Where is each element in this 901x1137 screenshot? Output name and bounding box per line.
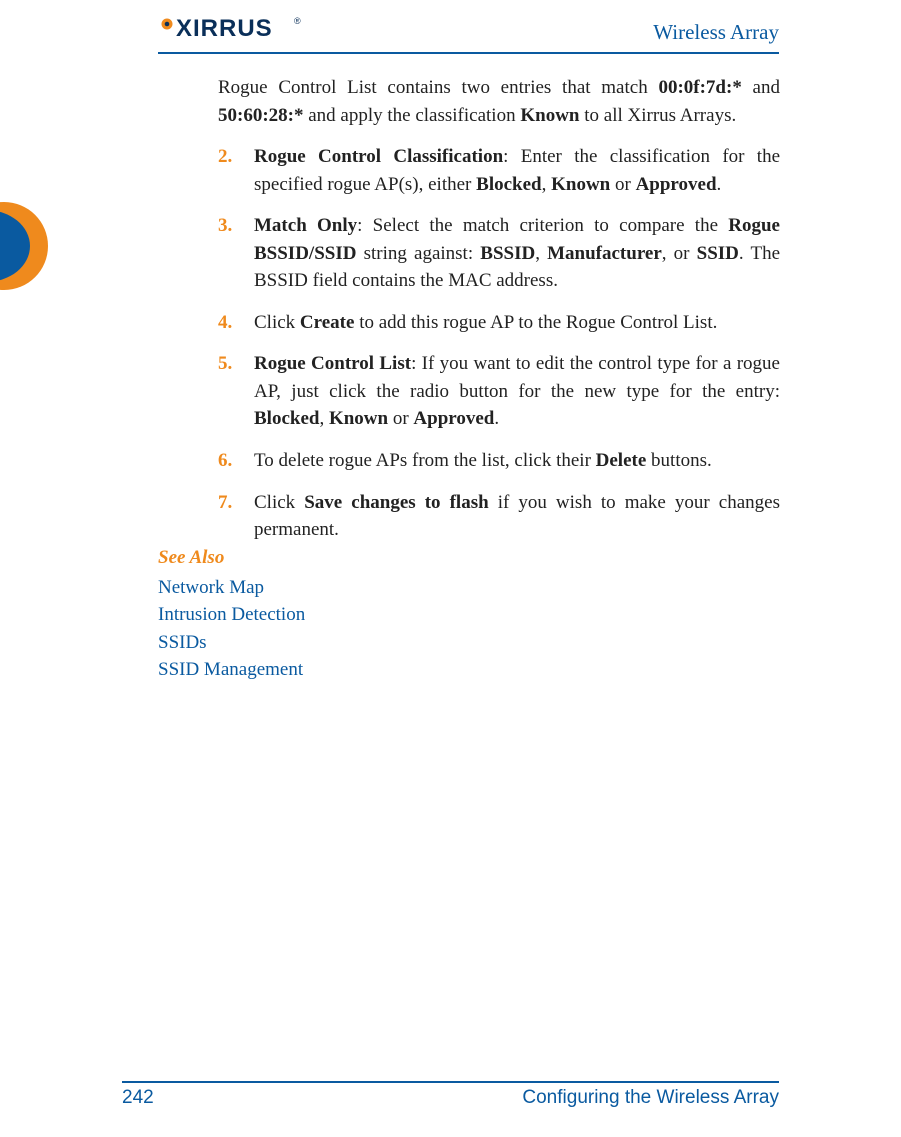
step-text: buttons. (646, 450, 711, 471)
step-text: string against: (356, 243, 480, 264)
step-6: 6. To delete rogue APs from the list, cl… (218, 447, 780, 475)
step-text: Click (254, 492, 304, 513)
see-also-link[interactable]: SSID Management (158, 656, 778, 684)
step-bold: Approved (636, 174, 717, 195)
step-7: 7. Click Save changes to flash if you wi… (218, 489, 780, 544)
step-number: 5. (218, 350, 232, 378)
see-also-link[interactable]: Intrusion Detection (158, 601, 778, 629)
step-number: 6. (218, 447, 232, 475)
body-text: Rogue Control List contains two entries … (218, 74, 780, 558)
step-bold: Blocked (476, 174, 541, 195)
step-title: Rogue Control Classification (254, 146, 503, 167)
step-5: 5. Rogue Control List: If you want to ed… (218, 350, 780, 433)
step-title: Match Only (254, 215, 357, 236)
step-text: , (319, 408, 329, 429)
step-bold: Blocked (254, 408, 319, 429)
see-also-block: See Also Network Map Intrusion Detection… (158, 544, 778, 684)
step-text: or (610, 174, 635, 195)
intro-paragraph: Rogue Control List contains two entries … (218, 74, 780, 129)
step-title: Rogue Control List (254, 353, 411, 374)
step-text: To delete rogue APs from the list, click… (254, 450, 596, 471)
step-bold: SSID (697, 243, 739, 264)
page: XIRRUS ® Wireless Array Rogue Control Li… (0, 0, 901, 1137)
step-text: , (542, 174, 552, 195)
see-also-heading: See Also (158, 544, 778, 572)
intro-mac1: 00:0f:7d:* (658, 77, 741, 98)
step-4: 4. Click Create to add this rogue AP to … (218, 309, 780, 337)
intro-known: Known (520, 105, 579, 126)
intro-text: and apply the classification (303, 105, 520, 126)
page-number: 242 (122, 1087, 154, 1109)
see-also-link[interactable]: SSIDs (158, 629, 778, 657)
step-3: 3. Match Only: Select the match criterio… (218, 212, 780, 295)
steps-list: 2. Rogue Control Classification: Enter t… (218, 143, 780, 544)
step-bold: Known (551, 174, 610, 195)
step-number: 3. (218, 212, 232, 240)
step-text: , or (662, 243, 697, 264)
step-text: : Select the match criterion to compare … (357, 215, 728, 236)
see-also-link[interactable]: Network Map (158, 574, 778, 602)
step-number: 2. (218, 143, 232, 171)
step-text: or (388, 408, 413, 429)
step-bold: Save changes to flash (304, 492, 488, 513)
footer-section-title: Configuring the Wireless Array (522, 1087, 779, 1109)
intro-text: and (742, 77, 780, 98)
footer: 242 Configuring the Wireless Array (122, 1087, 779, 1113)
intro-text: Rogue Control List contains two entries … (218, 77, 658, 98)
step-bold: Known (329, 408, 388, 429)
step-2: 2. Rogue Control Classification: Enter t… (218, 143, 780, 198)
footer-rule (122, 1081, 779, 1083)
step-text: , (535, 243, 547, 264)
intro-text: to all Xirrus Arrays. (579, 105, 736, 126)
header-product-title: Wireless Array (653, 20, 779, 45)
see-also-links: Network Map Intrusion Detection SSIDs SS… (158, 574, 778, 684)
header-rule: Wireless Array (158, 16, 779, 54)
step-bold: Manufacturer (547, 243, 662, 264)
step-number: 7. (218, 489, 232, 517)
step-bold: Delete (596, 450, 647, 471)
side-tab-graphic (0, 202, 57, 292)
step-text: to add this rogue AP to the Rogue Contro… (354, 312, 717, 333)
step-bold: BSSID (480, 243, 535, 264)
step-bold: Create (300, 312, 355, 333)
step-text: . (494, 408, 499, 429)
step-text: . (717, 174, 722, 195)
intro-mac2: 50:60:28:* (218, 105, 303, 126)
step-number: 4. (218, 309, 232, 337)
step-text: Click (254, 312, 300, 333)
step-bold: Approved (413, 408, 494, 429)
